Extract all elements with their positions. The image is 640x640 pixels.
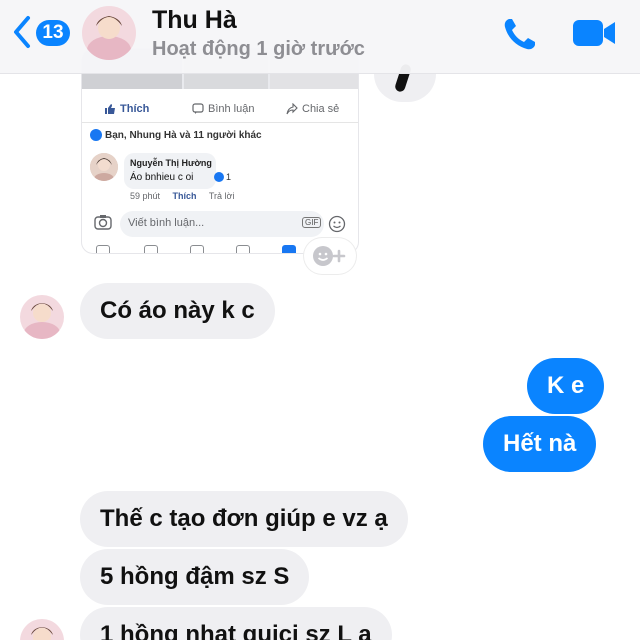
comment-text: Áo bnhieu c oi <box>130 172 194 183</box>
message-bubble-incoming[interactable]: 1 hồng nhạt guici sz L ạ <box>80 607 392 640</box>
add-reaction-button[interactable] <box>304 238 356 274</box>
video-call-button[interactable] <box>572 18 616 53</box>
call-button[interactable] <box>500 14 540 59</box>
sender-avatar[interactable] <box>20 295 64 339</box>
contact-name[interactable]: Thu Hà <box>152 6 237 35</box>
comment-time: 59 phút <box>130 191 161 201</box>
post-comment-label: Bình luận <box>208 103 255 115</box>
comment-author: Nguyễn Thị Hường <box>130 158 212 168</box>
notifications-tab-icon <box>282 245 296 253</box>
back-chevron-icon <box>14 16 30 48</box>
comment-input: Viết bình luận... <box>120 211 324 237</box>
message-bubble-incoming[interactable]: 5 hồng đậm sz S <box>80 549 310 605</box>
like-reaction-icon <box>90 129 102 141</box>
comment-reply-link: Trả lời <box>208 191 235 201</box>
camera-icon <box>94 215 112 230</box>
post-comment-action: Bình luận <box>192 95 254 123</box>
reactions-summary: Bạn, Nhung Hà và 11 người khác <box>90 129 262 141</box>
post-like-label: Thích <box>120 103 150 115</box>
share-icon <box>286 103 298 115</box>
video-camera-icon <box>573 20 615 46</box>
phone-icon <box>504 19 535 50</box>
post-like-action: Thích <box>104 95 149 123</box>
comment-input-row: Viết bình luận... GIF <box>82 209 358 239</box>
post-share-label: Chia sẻ <box>302 103 340 115</box>
add-reaction-icon <box>313 246 346 266</box>
comment-like-count: 1 <box>214 172 231 182</box>
shared-post-screenshot[interactable]: Thích Bình luận Chia sẻ Bạn, Nhung Hà và… <box>81 48 359 254</box>
message-bubble-outgoing[interactable]: Hết nà <box>483 416 597 472</box>
like-reaction-icon <box>214 172 224 182</box>
message-bubble-outgoing[interactable]: K e <box>527 358 605 414</box>
comment-meta: 59 phút Thích Trả lời <box>130 191 244 201</box>
comment-avatar <box>90 153 118 181</box>
reactions-summary-text: Bạn, Nhung Hà và 11 người khác <box>105 129 262 141</box>
comment-icon <box>192 103 204 114</box>
message-bubble-incoming[interactable]: Thế c tạo đơn giúp e vz ạ <box>80 491 408 547</box>
unread-count-badge[interactable]: 13 <box>36 20 70 46</box>
thumbs-up-icon <box>105 104 115 114</box>
back-button[interactable] <box>8 12 34 52</box>
comment-like-count-value: 1 <box>226 172 232 182</box>
avatar-photo <box>82 6 136 60</box>
post-share-action: Chia sẻ <box>286 95 339 123</box>
contact-avatar[interactable] <box>82 6 136 60</box>
message-bubble-incoming[interactable]: Có áo này k c <box>80 283 275 339</box>
sender-avatar[interactable] <box>20 619 64 640</box>
watch-tab-icon <box>190 245 204 253</box>
chat-header: 13 Thu Hà Hoạt động 1 giờ trước <box>0 0 640 74</box>
gif-icon: GIF <box>302 217 322 228</box>
home-tab-icon <box>96 245 110 253</box>
profile-tab-icon <box>236 245 250 253</box>
comment-like-link: Thích <box>172 191 197 201</box>
contact-status: Hoạt động 1 giờ trước <box>152 38 365 60</box>
friends-tab-icon <box>144 245 158 253</box>
emoji-icon <box>328 215 346 233</box>
post-action-bar: Thích Bình luận Chia sẻ <box>82 95 358 123</box>
